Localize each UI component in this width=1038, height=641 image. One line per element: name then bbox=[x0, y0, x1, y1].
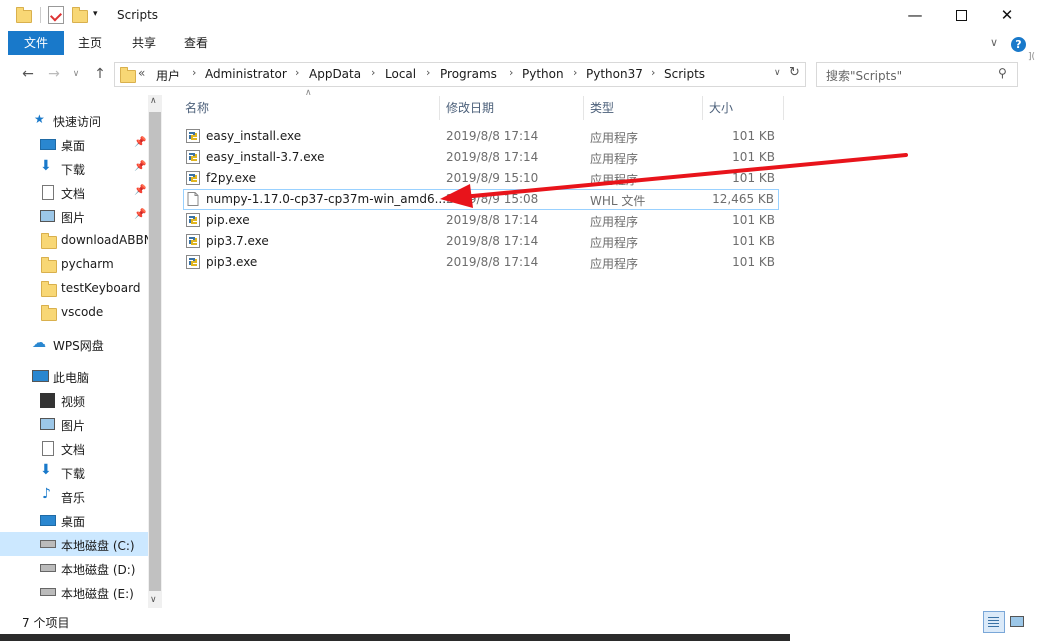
arrow-shaft bbox=[460, 153, 908, 199]
large-icons-view-icon[interactable] bbox=[1007, 611, 1027, 631]
arrow-head bbox=[440, 184, 473, 208]
details-view-icon[interactable] bbox=[983, 611, 1005, 633]
status-item-count: 7 个项目 bbox=[22, 616, 70, 630]
taskbar-strip bbox=[0, 634, 790, 641]
annotation-arrow bbox=[440, 153, 908, 208]
